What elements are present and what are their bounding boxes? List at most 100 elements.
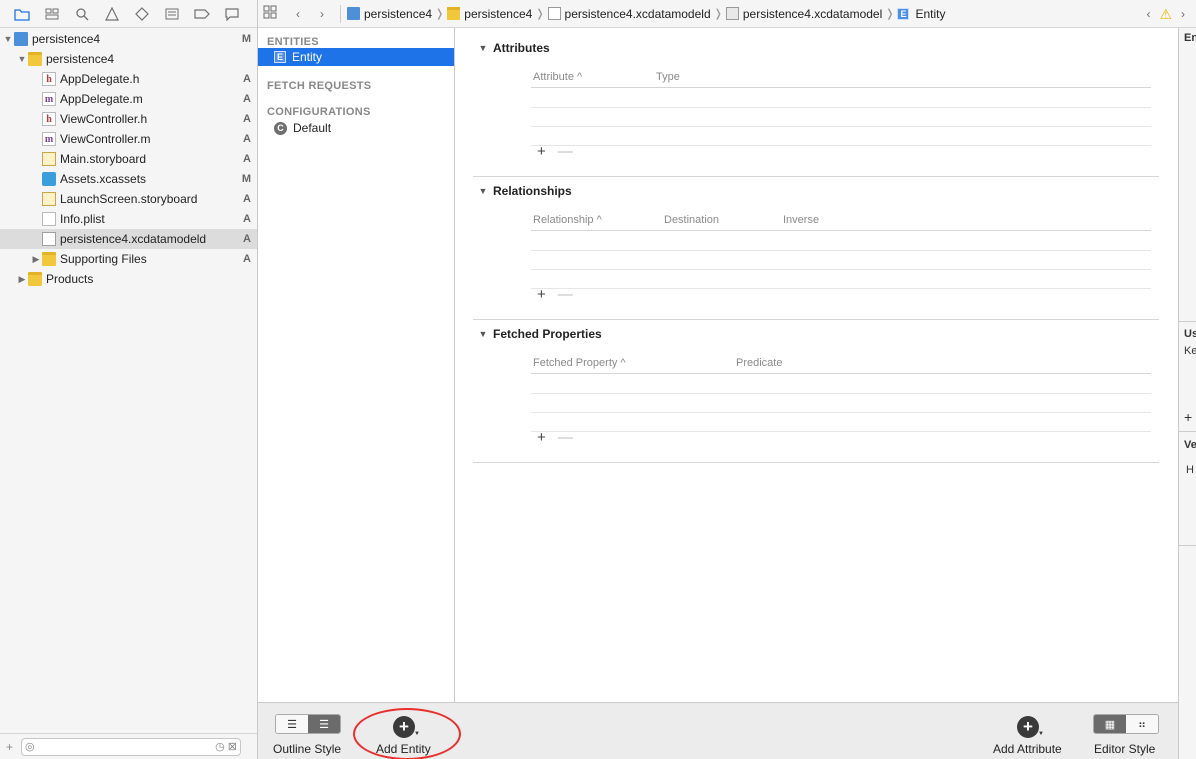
divider: [1179, 545, 1196, 546]
debug-nav-icon[interactable]: [160, 4, 183, 24]
file-tree-label: persistence4: [32, 32, 101, 46]
add-attribute-label[interactable]: Add Attribute: [993, 742, 1062, 756]
remove-fetched-property-button[interactable]: —: [558, 429, 573, 446]
hierarchy-outline-icon[interactable]: ☰: [308, 715, 340, 733]
inspector-section-label: En: [1184, 32, 1196, 44]
table-row: [531, 250, 1151, 251]
breadcrumb-separator: ❭: [435, 8, 445, 20]
header-file-icon: h: [42, 112, 56, 126]
add-fetched-property-button[interactable]: +: [537, 429, 546, 446]
list-outline-icon[interactable]: ☰: [276, 715, 308, 733]
table-row: [531, 145, 1151, 146]
previous-issue-icon[interactable]: ‹: [1141, 7, 1155, 21]
add-attribute-button[interactable]: +: [1017, 716, 1039, 738]
file-tree-row[interactable]: Info.plist A: [0, 209, 257, 229]
remove-attribute-button[interactable]: —: [558, 143, 573, 160]
fetched-properties-title-row[interactable]: ▼ Fetched Properties: [473, 323, 1159, 345]
file-tree-row[interactable]: h AppDelegate.h A: [0, 69, 257, 89]
file-tree-row[interactable]: ▶ Supporting Files A: [0, 249, 257, 269]
remove-relationship-button[interactable]: —: [558, 286, 573, 303]
folder-nav-icon[interactable]: [10, 4, 33, 24]
report-nav-icon[interactable]: [220, 4, 243, 24]
inverse-column-header[interactable]: Inverse: [783, 214, 819, 226]
recent-and-scm-filter-icons[interactable]: ◷ ⊠: [215, 740, 237, 753]
disclosure-triangle-icon[interactable]: ▶: [30, 254, 42, 265]
breadcrumb-project[interactable]: persistence4: [347, 7, 432, 21]
related-items-icon[interactable]: [258, 5, 282, 22]
breakpoint-nav-icon[interactable]: [190, 4, 213, 24]
predicate-column-header[interactable]: Predicate: [736, 357, 782, 369]
disclosure-triangle-icon[interactable]: ▼: [473, 186, 493, 196]
test-nav-icon[interactable]: [130, 4, 153, 24]
disclosure-triangle-icon[interactable]: ▶: [16, 274, 28, 285]
symbol-nav-icon[interactable]: [40, 4, 63, 24]
disclosure-triangle-icon[interactable]: ▼: [473, 329, 493, 339]
relationships-title-row[interactable]: ▼ Relationships: [473, 180, 1159, 202]
scm-status-badge: M: [241, 33, 251, 45]
outline-style-segmented-control: ☰ ☰: [275, 714, 341, 734]
plist-icon: [42, 212, 56, 226]
jumpbar-right-controls: ‹ ⚠ ›: [1141, 0, 1196, 28]
destination-column-header[interactable]: Destination: [664, 214, 719, 226]
file-tree-row[interactable]: ▼ persistence4: [0, 49, 257, 69]
storyboard-icon: [42, 152, 56, 166]
section-divider: [473, 462, 1159, 463]
file-tree-label: Supporting Files: [60, 252, 147, 266]
attribute-column-header[interactable]: Attribute ^: [533, 71, 582, 83]
folder-icon: [42, 252, 56, 266]
file-tree-row[interactable]: m AppDelegate.m A: [0, 89, 257, 109]
warning-icon[interactable]: ⚠: [1159, 6, 1172, 23]
breadcrumb-datamodel[interactable]: persistence4.xcdatamodel: [725, 7, 882, 21]
editor-bottom-bar: ☰ ☰ Outline Style + ▼ Add Entity + ▼ Add…: [258, 702, 1178, 759]
attributes-title-row[interactable]: ▼ Attributes: [473, 37, 1159, 59]
forward-arrow-icon[interactable]: ›: [310, 7, 334, 21]
table-row: [531, 393, 1151, 394]
file-tree-label: Info.plist: [60, 212, 105, 226]
table-style-icon[interactable]: ▦: [1094, 715, 1126, 733]
breadcrumb-entity[interactable]: E Entity: [897, 7, 946, 21]
disclosure-triangle-icon[interactable]: ▼: [473, 43, 493, 53]
file-tree-row[interactable]: Assets.xcassets M: [0, 169, 257, 189]
scm-status-badge: A: [243, 73, 251, 85]
back-arrow-icon[interactable]: ‹: [286, 7, 310, 21]
scm-status-badge: A: [243, 113, 251, 125]
fetched-property-column-header[interactable]: Fetched Property ^: [533, 357, 626, 369]
search-icon[interactable]: [70, 4, 93, 24]
folder-icon: [28, 52, 42, 66]
breadcrumb-separator: ❭: [713, 8, 723, 20]
filter-field[interactable]: ◎ ◷ ⊠: [21, 737, 242, 756]
add-user-info-icon[interactable]: +: [1184, 409, 1192, 425]
breadcrumb-datamodeld[interactable]: persistence4.xcdatamodeld: [547, 7, 711, 21]
breadcrumb-group[interactable]: persistence4: [447, 7, 532, 21]
scm-status-badge: A: [243, 93, 251, 105]
file-tree-row[interactable]: m ViewController.m A: [0, 129, 257, 149]
next-issue-icon[interactable]: ›: [1176, 7, 1190, 21]
file-tree-row[interactable]: ▶ Products: [0, 269, 257, 289]
add-file-icon[interactable]: +: [6, 740, 13, 754]
add-relationship-button[interactable]: +: [537, 286, 546, 303]
disclosure-triangle-icon[interactable]: ▼: [2, 34, 14, 44]
file-tree-label: Main.storyboard: [60, 152, 147, 166]
entity-list-item[interactable]: E Entity: [258, 48, 454, 66]
graph-style-icon[interactable]: ⠶: [1126, 715, 1158, 733]
file-tree-row[interactable]: h ViewController.h A: [0, 109, 257, 129]
file-tree-row[interactable]: LaunchScreen.storyboard A: [0, 189, 257, 209]
utilities-inspector: En Us Ke + Ve H: [1178, 28, 1196, 759]
table-row: [531, 107, 1151, 108]
configuration-icon: C: [274, 121, 287, 135]
file-tree-row[interactable]: Main.storyboard A: [0, 149, 257, 169]
scm-status-badge: M: [241, 173, 251, 185]
add-attribute-button[interactable]: +: [537, 143, 546, 160]
configurations-header: CONFIGURATIONS: [267, 106, 371, 118]
file-tree-row[interactable]: ▼ persistence4 M: [0, 29, 257, 49]
file-tree-row[interactable]: persistence4.xcdatamodeld A: [0, 229, 257, 249]
storyboard-icon: [42, 192, 56, 206]
relationship-column-header[interactable]: Relationship ^: [533, 214, 602, 226]
file-tree-label: persistence4: [46, 52, 115, 66]
configuration-list-item[interactable]: C Default: [258, 118, 454, 138]
disclosure-triangle-icon[interactable]: ▼: [16, 54, 28, 64]
filter-icon: ◎: [25, 741, 35, 753]
outline-style-label: Outline Style: [273, 742, 342, 756]
warning-nav-icon[interactable]: [100, 4, 123, 24]
type-column-header[interactable]: Type: [656, 71, 680, 83]
